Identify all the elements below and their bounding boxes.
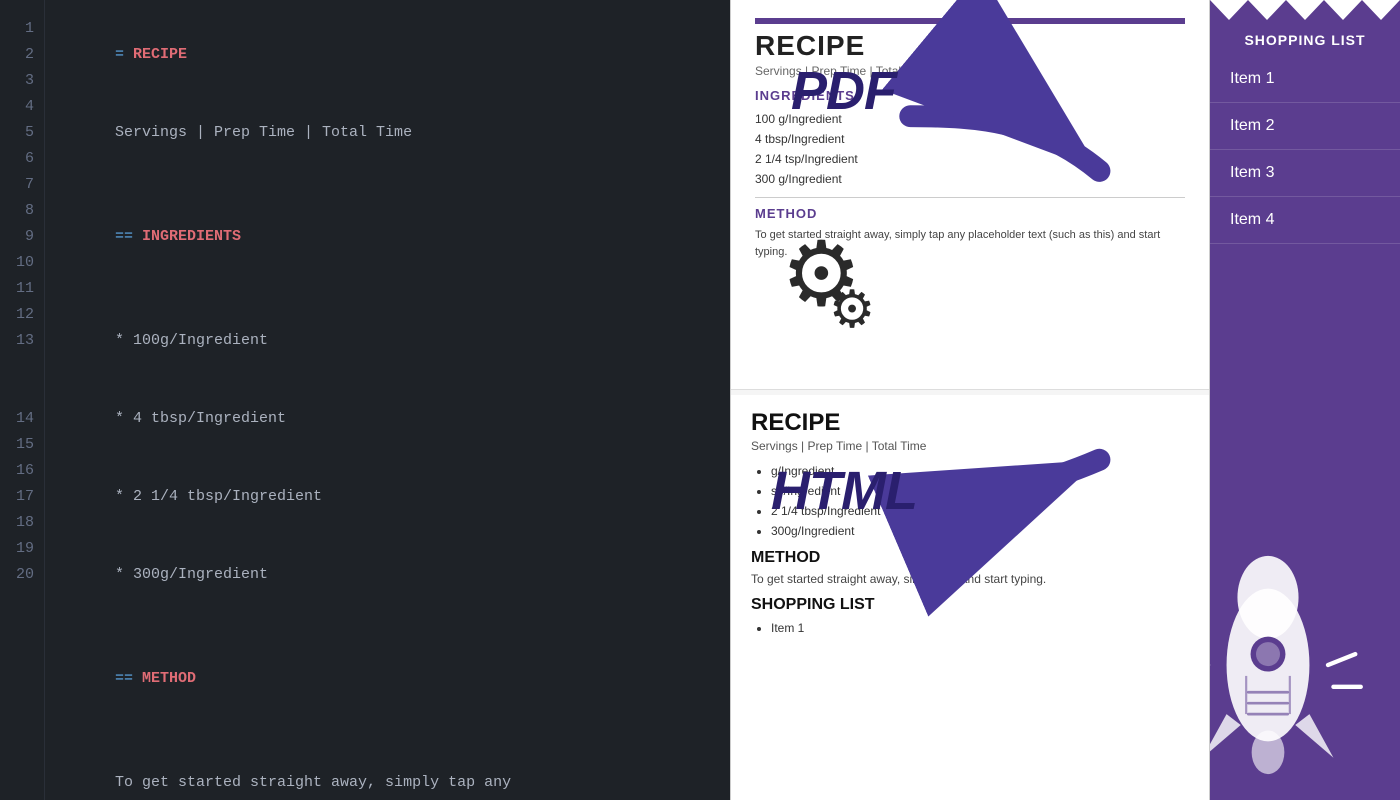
- code-editor[interactable]: 1 2 3 4 5 6 7 8 9 10 11 12 13 14 15 16 1…: [0, 0, 730, 800]
- line-5: [61, 276, 714, 302]
- line-6: * 100g/Ingredient: [61, 302, 714, 380]
- html-method-text: To get started straight away, simply tap…: [751, 571, 1189, 588]
- html-shopping-item-1: Item 1: [771, 618, 1189, 638]
- right-panel: SHOPPING LIST Item 1 Item 2 Item 3 Item …: [1210, 0, 1400, 800]
- rocket-container: [1210, 530, 1400, 800]
- pdf-ingredient-4: 300 g/Ingredient: [755, 169, 1185, 189]
- html-shopping-title: SHOPPING LIST: [751, 596, 1189, 614]
- line-12: [61, 718, 714, 744]
- html-method-title: METHOD: [751, 549, 1189, 567]
- shopping-item-4[interactable]: Item 4: [1210, 197, 1400, 244]
- line-numbers: 1 2 3 4 5 6 7 8 9 10 11 12 13 14 15 16 1…: [0, 0, 45, 800]
- shopping-list-title: SHOPPING LIST: [1210, 20, 1400, 56]
- html-subtitle: Servings | Prep Time | Total Time: [751, 439, 1189, 453]
- html-preview: RECIPE Servings | Prep Time | Total Time…: [731, 395, 1209, 800]
- pdf-preview: RECIPE Servings | Prep Time | Total Time…: [731, 0, 1209, 390]
- line-2: Servings | Prep Time | Total Time: [61, 94, 714, 172]
- shopping-item-1[interactable]: Item 1: [1210, 56, 1400, 103]
- line-4: == INGREDIENTS: [61, 198, 714, 276]
- shopping-item-2[interactable]: Item 2: [1210, 103, 1400, 150]
- code-text-area[interactable]: = RECIPE Servings | Prep Time | Total Ti…: [45, 0, 730, 800]
- pdf-title: RECIPE: [755, 30, 1185, 62]
- pdf-method-title: METHOD: [755, 206, 1185, 221]
- html-ingredient-4: 300g/Ingredient: [771, 521, 1189, 541]
- shopping-item-3[interactable]: Item 3: [1210, 150, 1400, 197]
- gear-small-icon: ⚙: [829, 284, 876, 336]
- line-10: [61, 614, 714, 640]
- line-13a: To get started straight away, simply tap…: [61, 744, 714, 800]
- pdf-ingredient-3: 2 1/4 tsp/Ingredient: [755, 149, 1185, 169]
- zigzag-decoration: [1210, 0, 1400, 20]
- pdf-header-bar: [755, 18, 1185, 24]
- pdf-ingredient-2: 4 tbsp/Ingredient: [755, 129, 1185, 149]
- html-shopping-list: Item 1: [771, 618, 1189, 638]
- line-11: == METHOD: [61, 640, 714, 718]
- line-9: * 300g/Ingredient: [61, 536, 714, 614]
- rocket-icon: [1210, 545, 1368, 785]
- gear-container: ⚙ ⚙: [781, 230, 890, 320]
- line-7: * 4 tbsp/Ingredient: [61, 380, 714, 458]
- pdf-label: PDF: [791, 60, 896, 122]
- html-title: RECIPE: [751, 409, 1189, 437]
- html-label: HTML: [771, 460, 917, 522]
- line-1: = RECIPE: [61, 16, 714, 94]
- pdf-divider: [755, 197, 1185, 198]
- middle-panel: RECIPE Servings | Prep Time | Total Time…: [730, 0, 1210, 800]
- line-3: [61, 172, 714, 198]
- line-8: * 2 1/4 tbsp/Ingredient: [61, 458, 714, 536]
